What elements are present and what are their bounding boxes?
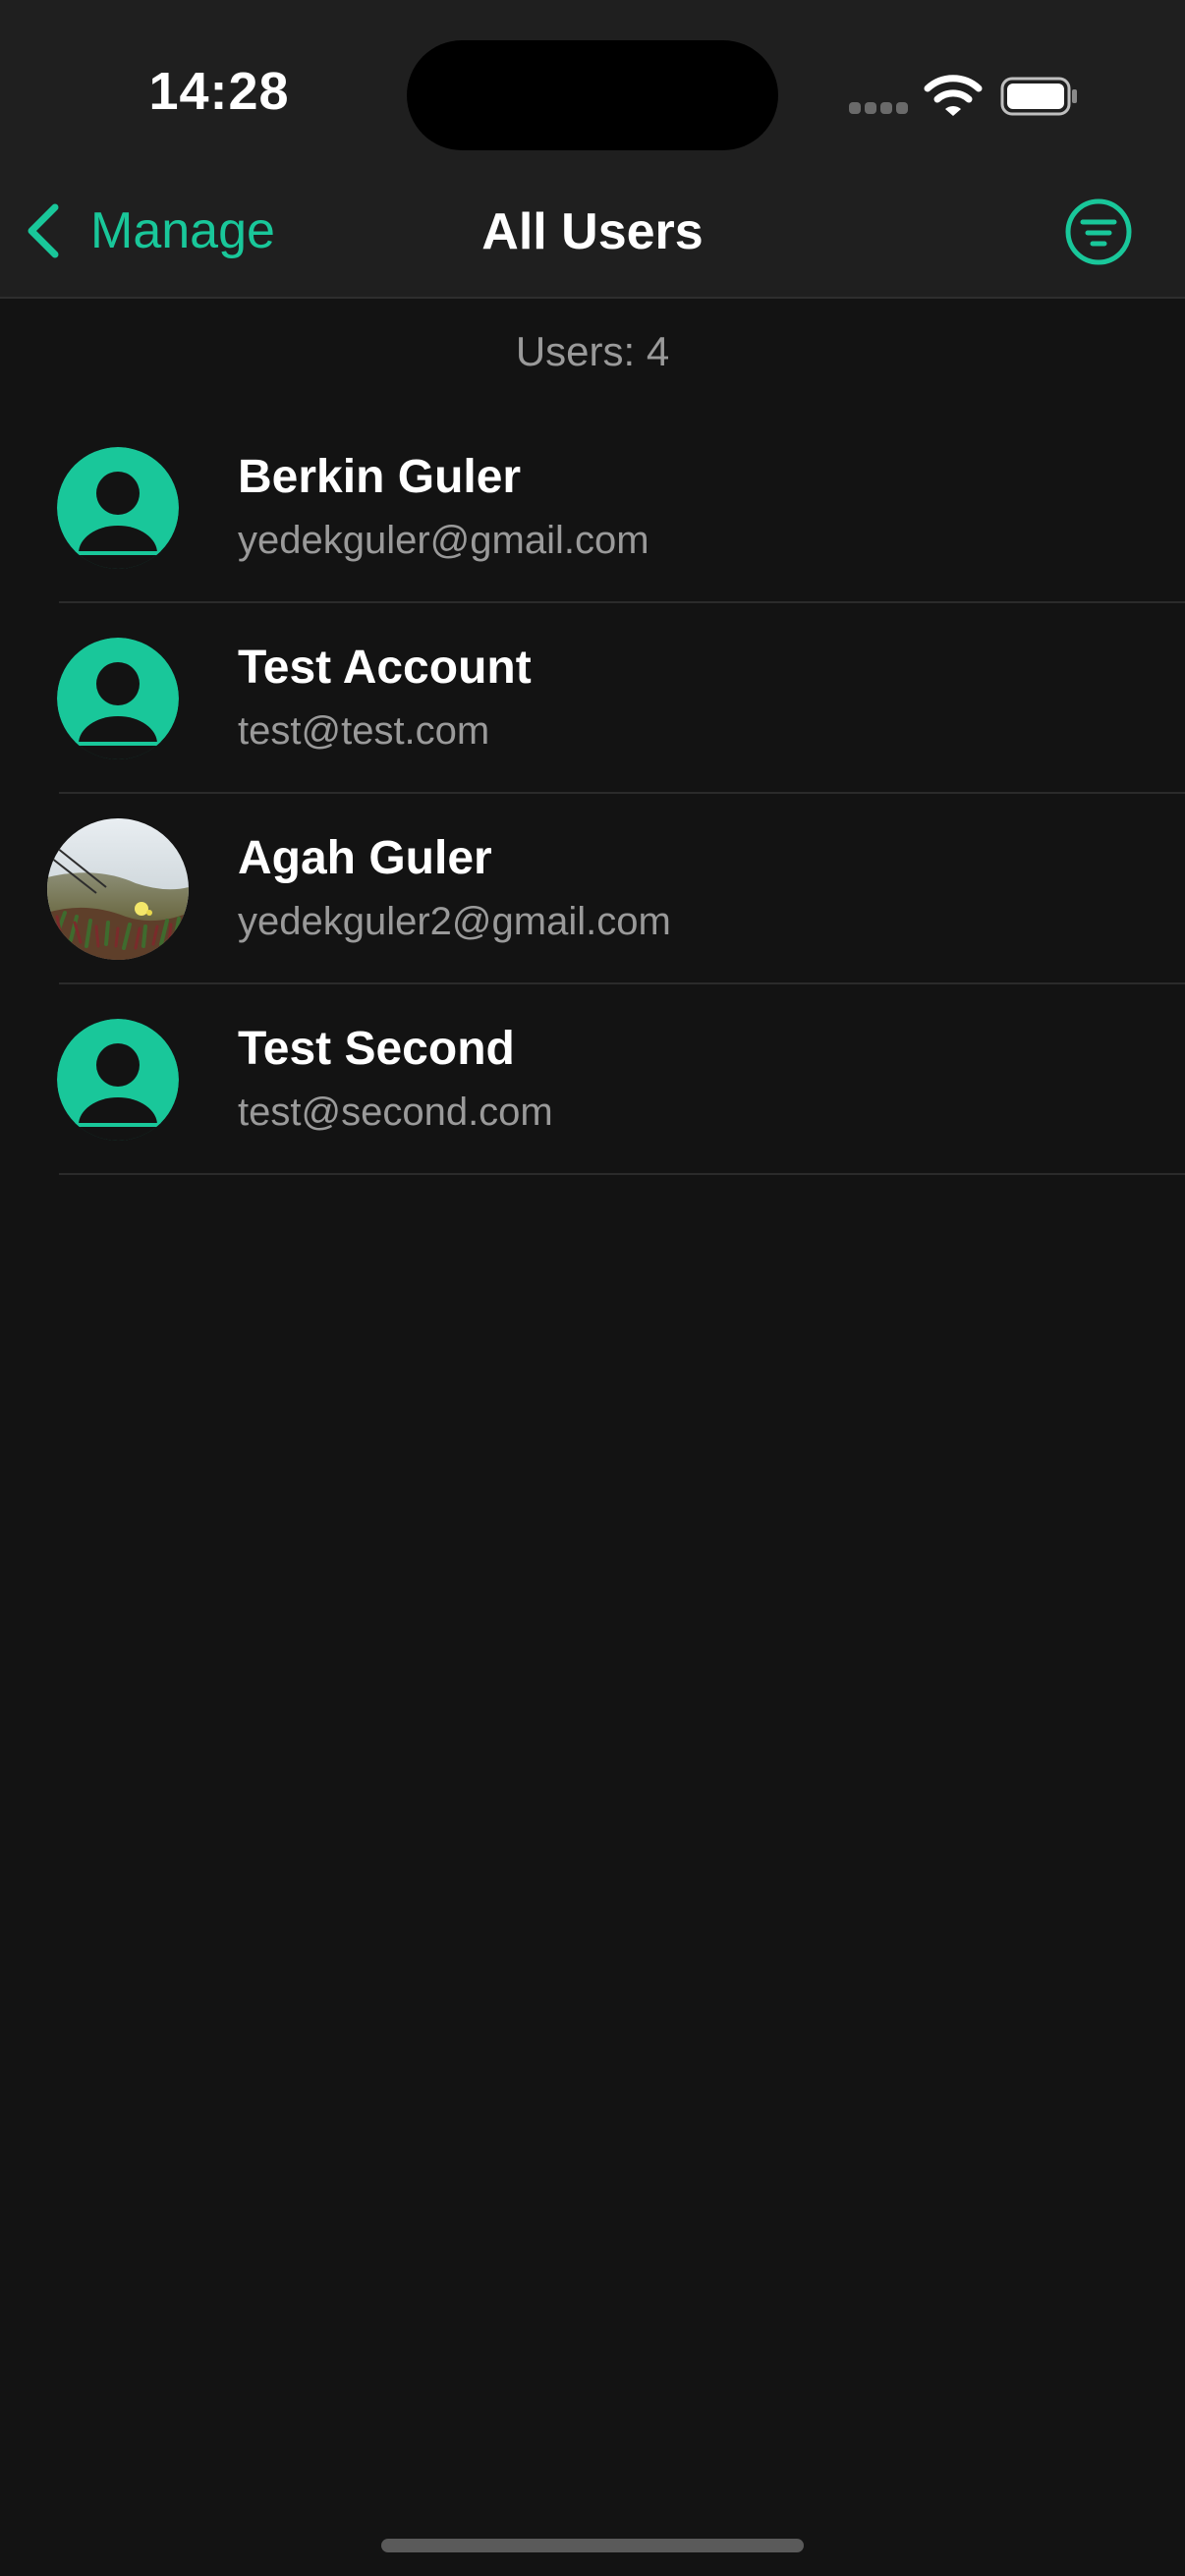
user-email: test@test.com: [238, 709, 490, 753]
chevron-left-icon: [22, 199, 65, 262]
wifi-icon: [924, 73, 983, 118]
dynamic-island: [407, 40, 778, 150]
default-person-icon: [57, 447, 179, 569]
user-count: Users: 4: [515, 328, 670, 374]
user-list: Berkin Guler yedekguler@gmail.com Test A…: [0, 413, 1185, 1175]
user-photo-avatar: [47, 818, 189, 960]
navigation-bar: Manage All Users: [0, 167, 1185, 299]
cellular-signal-icon: [849, 102, 908, 116]
back-button[interactable]: Manage: [22, 196, 275, 265]
battery-icon: [1000, 77, 1079, 116]
default-person-icon: [57, 1019, 179, 1141]
back-button-label: Manage: [90, 202, 275, 259]
default-person-icon: [57, 638, 179, 759]
user-row[interactable]: Berkin Guler yedekguler@gmail.com: [0, 413, 1185, 603]
user-row[interactable]: Agah Guler yedekguler2@gmail.com: [0, 794, 1185, 984]
user-email: yedekguler@gmail.com: [238, 519, 649, 562]
home-indicator[interactable]: [381, 2539, 804, 2552]
user-name: Berkin Guler: [238, 451, 522, 503]
user-name: Test Second: [238, 1023, 515, 1075]
user-row[interactable]: Test Second test@second.com: [0, 984, 1185, 1175]
page-title: All Users: [481, 203, 704, 260]
status-bar: 14:28: [0, 0, 1185, 167]
user-name: Agah Guler: [238, 832, 492, 884]
user-name: Test Account: [238, 642, 532, 694]
filter-button[interactable]: [1063, 196, 1134, 267]
user-row[interactable]: Test Account test@test.com: [0, 603, 1185, 794]
status-time: 14:28: [148, 62, 290, 121]
filter-icon: [1063, 198, 1134, 271]
user-email: test@second.com: [238, 1091, 553, 1134]
user-email: yedekguler2@gmail.com: [238, 900, 671, 943]
